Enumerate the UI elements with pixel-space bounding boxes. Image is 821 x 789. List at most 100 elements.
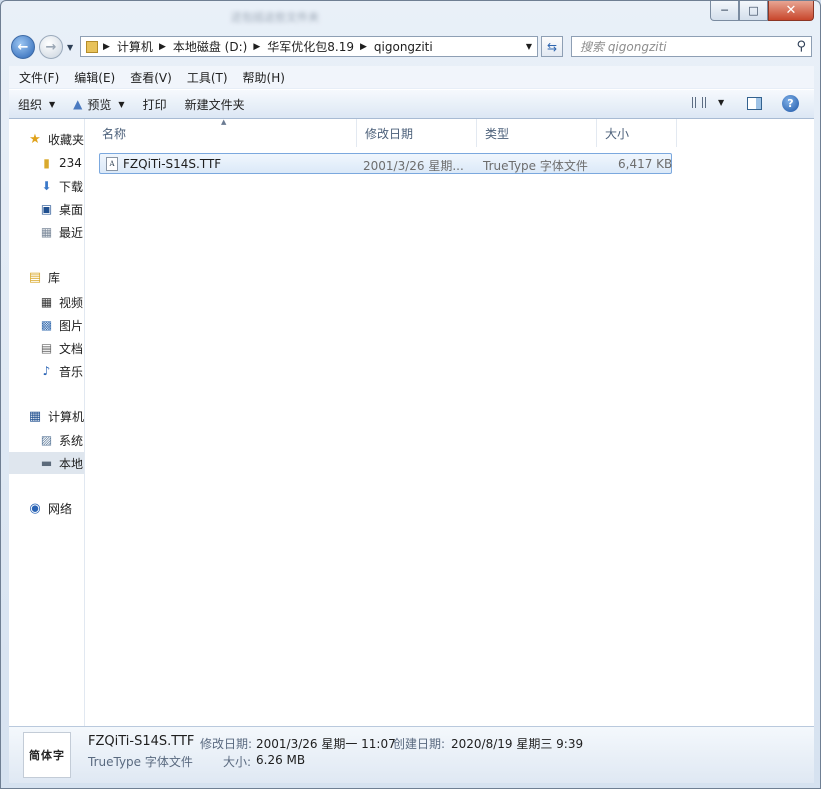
close-button[interactable]: ✕ [768,1,814,21]
menu-tools[interactable]: 工具(T) [177,69,233,86]
column-header-label: 大小 [605,126,630,141]
file-name: FZQiTi-S14S.TTF [123,157,222,171]
nav-item-documents[interactable]: ▤ 文档 [9,337,84,359]
details-modified-value: 2001/3/26 星期一 11:07 [256,737,396,751]
menu-help[interactable]: 帮助(H) [233,69,290,86]
chevron-right-icon[interactable]: ▶ [253,42,260,52]
file-list: ▲ 名称 修改日期 类型 大小 A FZQiTi-S14S.TTF 2001/3… [85,118,814,726]
nav-favorites[interactable]: ★ 收藏夹 [9,131,84,148]
organize-button[interactable]: 组织 ▼ [9,92,64,116]
nav-item-downloads[interactable]: ⬇ 下载 [9,175,84,197]
address-dropdown-icon[interactable]: ▼ [526,42,532,51]
chevron-right-icon[interactable]: ▶ [159,42,166,52]
recent-places-icon: ▦ [40,225,53,239]
breadcrumb: ▶ 计算机 [103,38,153,55]
details-size-label: 大小: [223,755,252,769]
nav-network-label: 网络 [48,502,73,516]
nav-item-label: 下载 [59,179,84,194]
details-file-type: TrueType 字体文件 [88,755,193,769]
print-label: 打印 [142,97,167,112]
search-input[interactable]: 搜索 qigongziti [580,38,667,55]
search-icon[interactable]: ⚲ [796,39,806,54]
file-size: 6,417 KB [618,157,673,171]
navigation-bar: ← → ▼ ▶ 计算机 ▶ 本地磁盘 (D:) ▶ 华军优化包8.19 ▶ qi… [1,31,820,63]
nav-item-pictures[interactable]: ▩ 图片 [9,314,84,336]
refresh-button[interactable]: ⇆ [541,36,563,57]
details-created-label: 创建日期: [393,737,446,751]
details-created-value: 2020/8/19 星期三 9:39 [451,737,584,751]
nav-item-system-drive[interactable]: ▨ 系统 [9,429,84,451]
breadcrumb-folder[interactable]: 华军优化包8.19 [267,38,354,55]
breadcrumb-current[interactable]: qigongziti [374,40,433,54]
nav-item-label: 系统 [59,433,84,448]
nav-item-local-disk[interactable]: ▬ 本地 [9,452,84,474]
navigation-pane: ★ 收藏夹 ▮ 234 ⬇ 下载 ▣ 桌面 ▦ 最近 ▤ 库 ▦ 视频 ▩ 图片… [9,119,85,726]
address-bar[interactable]: ▶ 计算机 ▶ 本地磁盘 (D:) ▶ 华军优化包8.19 ▶ qigongzi… [80,36,538,57]
menu-view[interactable]: 查看(V) [120,69,177,86]
title-bar[interactable]: 还包括这些文件夹 ─ □ ✕ [1,1,820,31]
nav-item-label: 视频 [59,295,84,310]
minimize-button[interactable]: ─ [710,1,739,21]
forward-button[interactable]: → [39,35,63,59]
view-details-icon [692,97,706,108]
nav-item-label: 桌面 [59,202,84,217]
document-icon: ▤ [40,341,53,355]
chevron-right-icon[interactable]: ▶ [103,42,110,52]
nav-item-label: 234 [59,156,82,170]
nav-item-videos[interactable]: ▦ 视频 [9,291,84,313]
preview-pane-icon[interactable] [747,97,762,110]
print-button[interactable]: 打印 [134,92,176,116]
nav-favorites-label: 收藏夹 [48,133,85,147]
change-view-button[interactable]: ▼ [692,97,724,108]
nav-item-label: 音乐 [59,364,84,379]
breadcrumb-computer[interactable]: 计算机 [117,38,153,55]
music-note-icon: ♪ [42,364,51,378]
breadcrumb-local-disk[interactable]: 本地磁盘 (D:) [173,38,247,55]
chevron-down-icon: ▼ [49,99,56,109]
organize-label: 组织 [18,97,43,112]
nav-item-label: 图片 [59,318,84,333]
system-drive-icon: ▨ [40,433,53,447]
details-modified-label: 修改日期: [200,737,253,751]
nav-computer[interactable]: ▦ 计算机 [9,408,84,425]
details-size-value: 6.26 MB [256,753,306,767]
preview-button[interactable]: ▲ 预览 ▼ [64,92,133,116]
recent-pages-dropdown[interactable]: ▼ [67,43,73,52]
nav-item-recent[interactable]: ▦ 最近 [9,221,84,243]
explorer-window: 还包括这些文件夹 ─ □ ✕ ← → ▼ ▶ 计算机 ▶ 本地磁盘 (D:) ▶… [0,0,821,789]
new-folder-button[interactable]: 新建文件夹 [176,92,254,116]
column-header-modified[interactable]: 修改日期 [357,119,477,147]
column-header-size[interactable]: 大小 [597,119,677,147]
file-modified: 2001/3/26 星期... [363,159,464,173]
hard-drive-icon: ▬ [40,456,53,470]
details-pane: 简体字 FZQiTi-S14S.TTF 修改日期: 2001/3/26 星期一 … [9,726,814,783]
nav-libraries-label: 库 [48,271,61,285]
breadcrumb: ▶ qigongziti [360,40,433,54]
window-title: 还包括这些文件夹 [231,11,319,24]
column-header-label: 名称 [102,126,127,141]
back-button[interactable]: ← [11,35,35,59]
chevron-down-icon: ▼ [718,98,725,107]
file-row[interactable]: A FZQiTi-S14S.TTF 2001/3/26 星期... TrueTy… [99,153,672,174]
nav-item-music[interactable]: ♪ 音乐 [9,360,84,382]
search-box[interactable]: 搜索 qigongziti ⚲ [571,36,812,57]
column-header-name[interactable]: 名称 [94,119,357,147]
breadcrumb: ▶ 华军优化包8.19 [253,38,354,55]
nav-network[interactable]: ◉ 网络 [9,500,72,517]
column-header-type[interactable]: 类型 [477,119,597,147]
column-header-label: 类型 [485,126,510,141]
font-file-icon: A [106,157,118,171]
nav-item-desktop[interactable]: ▣ 桌面 [9,198,84,220]
nav-item-label: 文档 [59,341,84,356]
help-icon[interactable]: ? [782,95,799,112]
nav-item-label: 最近 [59,225,84,240]
maximize-button[interactable]: □ [739,1,768,21]
nav-item-234[interactable]: ▮ 234 [9,152,84,174]
nav-libraries[interactable]: ▤ 库 [9,269,60,286]
arrow-right-icon: → [45,39,57,55]
file-thumbnail: 简体字 [23,732,71,778]
menu-edit[interactable]: 编辑(E) [64,69,120,86]
library-icon: ▤ [28,270,42,285]
chevron-right-icon[interactable]: ▶ [360,42,367,52]
menu-file[interactable]: 文件(F) [9,69,64,86]
